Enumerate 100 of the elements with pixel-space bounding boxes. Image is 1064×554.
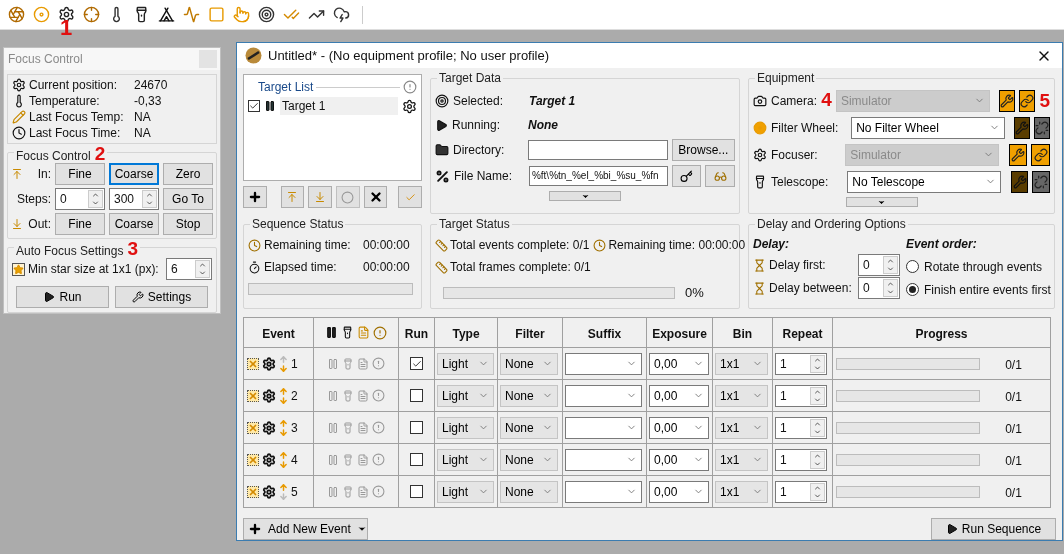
- bin-dropdown[interactable]: 1x1: [715, 480, 768, 503]
- unlink-button[interactable]: [1034, 116, 1050, 139]
- gear-icon[interactable]: [262, 452, 276, 467]
- go-to-button[interactable]: Go To: [163, 188, 213, 210]
- file-name-field[interactable]: %ft\%tn_%el_%bi_%su_%fn: [528, 166, 668, 186]
- exposure-dropdown[interactable]: 0,00: [649, 384, 709, 407]
- bin-dropdown[interactable]: 1x1: [715, 384, 768, 407]
- ruler-icon: [435, 238, 448, 252]
- gear-icon[interactable]: [262, 388, 276, 403]
- directory-field[interactable]: [528, 140, 668, 160]
- percent-icon: [435, 168, 450, 184]
- steps-field[interactable]: 300: [109, 188, 159, 210]
- delete-icon: [247, 389, 259, 402]
- link-button[interactable]: [1019, 89, 1036, 112]
- run-checkbox[interactable]: [410, 421, 423, 434]
- steps-field[interactable]: 0: [55, 188, 105, 210]
- filter-dropdown[interactable]: None: [500, 384, 558, 407]
- run-checkbox[interactable]: [410, 389, 423, 402]
- run-checkbox[interactable]: [410, 453, 423, 466]
- focus-step-button[interactable]: Coarse: [109, 213, 159, 235]
- target-list-item[interactable]: Target 1: [280, 97, 398, 115]
- target-icon[interactable]: [258, 6, 275, 23]
- settings-button[interactable]: [1014, 116, 1030, 139]
- pause-icon: [327, 421, 339, 434]
- exposure-dropdown[interactable]: 0,00: [649, 448, 709, 471]
- running-target: None: [528, 117, 558, 134]
- browse-button[interactable]: Browse...: [671, 139, 735, 161]
- exposure-dropdown[interactable]: 0,00: [649, 352, 709, 375]
- focus-step-button[interactable]: Stop: [163, 213, 213, 235]
- tent-icon[interactable]: [158, 6, 175, 23]
- filter-dropdown[interactable]: None: [500, 352, 558, 375]
- list-title: Target List: [258, 79, 314, 96]
- cloud-icon[interactable]: [333, 6, 350, 23]
- run-checkbox[interactable]: [410, 357, 423, 370]
- spinner-arrows-icon: [810, 450, 825, 469]
- run-checkbox[interactable]: [410, 485, 423, 498]
- focus-step-button[interactable]: Zero: [163, 163, 213, 185]
- ruler-icon: [435, 260, 448, 274]
- suffix-dropdown[interactable]: [565, 384, 642, 407]
- suffix-dropdown[interactable]: [565, 480, 642, 503]
- min-star-field[interactable]: 6: [165, 258, 212, 280]
- repeat-field[interactable]: 1: [775, 416, 827, 439]
- spinner-arrows-icon: [810, 354, 825, 373]
- checklist-button[interactable]: [398, 186, 422, 208]
- aperture-icon[interactable]: [8, 6, 25, 23]
- settings-button[interactable]: Settings: [115, 286, 208, 308]
- crosshair-icon[interactable]: [83, 6, 100, 23]
- activity-icon[interactable]: [183, 6, 200, 23]
- exposure-dropdown[interactable]: 0,00: [649, 480, 709, 503]
- field-label: File Name:: [454, 168, 513, 185]
- settings-button[interactable]: [1010, 170, 1029, 193]
- exposure-dropdown[interactable]: 0,00: [649, 416, 709, 439]
- repeat-field[interactable]: 1: [775, 480, 827, 503]
- link-button[interactable]: [1031, 143, 1050, 166]
- repeat-field[interactable]: 1: [775, 384, 827, 407]
- document-icon: [357, 357, 369, 370]
- device-dropdown[interactable]: No Telescope: [847, 170, 1002, 193]
- gear-icon[interactable]: [262, 420, 276, 435]
- info-value: NA: [134, 125, 151, 142]
- unlink-button[interactable]: [1032, 170, 1050, 193]
- delay-field[interactable]: 0: [858, 254, 900, 276]
- status-value: 00:00:00: [363, 259, 410, 276]
- type-dropdown[interactable]: Light: [437, 416, 494, 439]
- repeat-field[interactable]: 1: [775, 448, 827, 471]
- alert-icon: [372, 357, 385, 370]
- radio-option[interactable]: Rotate through events: [906, 257, 1051, 276]
- radio-option[interactable]: Finish entire events first: [906, 280, 1051, 299]
- bin-dropdown[interactable]: 1x1: [715, 416, 768, 439]
- group-title: Auto Focus Settings: [16, 244, 124, 258]
- bin-dropdown[interactable]: 1x1: [715, 448, 768, 471]
- run-sequence-button[interactable]: Run Sequence: [931, 518, 1056, 540]
- suffix-dropdown[interactable]: [565, 448, 642, 471]
- gear-icon[interactable]: [262, 356, 276, 371]
- bin-dropdown[interactable]: 1x1: [715, 352, 768, 375]
- filter-dropdown[interactable]: None: [500, 416, 558, 439]
- key-button[interactable]: [671, 165, 702, 187]
- add-button[interactable]: [243, 186, 267, 208]
- filter-dropdown[interactable]: None: [500, 480, 558, 503]
- checkbox[interactable]: [248, 100, 260, 112]
- type-dropdown[interactable]: Light: [437, 448, 494, 471]
- type-dropdown[interactable]: Light: [437, 480, 494, 503]
- add-event-button[interactable]: Add New Event: [243, 518, 368, 540]
- device-dropdown[interactable]: No Filter Wheel: [851, 116, 1006, 139]
- suffix-dropdown[interactable]: [565, 416, 642, 439]
- focus-step-button[interactable]: Coarse: [109, 163, 159, 185]
- delete-icon: [247, 485, 259, 498]
- focus-step-button[interactable]: Fine: [55, 163, 105, 185]
- column-header: Type: [452, 326, 480, 341]
- stopwatch-icon: [248, 260, 261, 274]
- delete-button[interactable]: [363, 186, 388, 208]
- run-button[interactable]: Run: [16, 286, 109, 308]
- filter-dropdown[interactable]: None: [500, 448, 558, 471]
- type-dropdown[interactable]: Light: [437, 384, 494, 407]
- gear-icon[interactable]: [262, 484, 276, 499]
- suffix-dropdown[interactable]: [565, 352, 642, 375]
- delay-field[interactable]: 0: [858, 277, 900, 299]
- repeat-field[interactable]: 1: [775, 352, 827, 375]
- type-dropdown[interactable]: Light: [437, 352, 494, 375]
- gear-icon[interactable]: [402, 98, 417, 114]
- focus-step-button[interactable]: Fine: [55, 213, 105, 235]
